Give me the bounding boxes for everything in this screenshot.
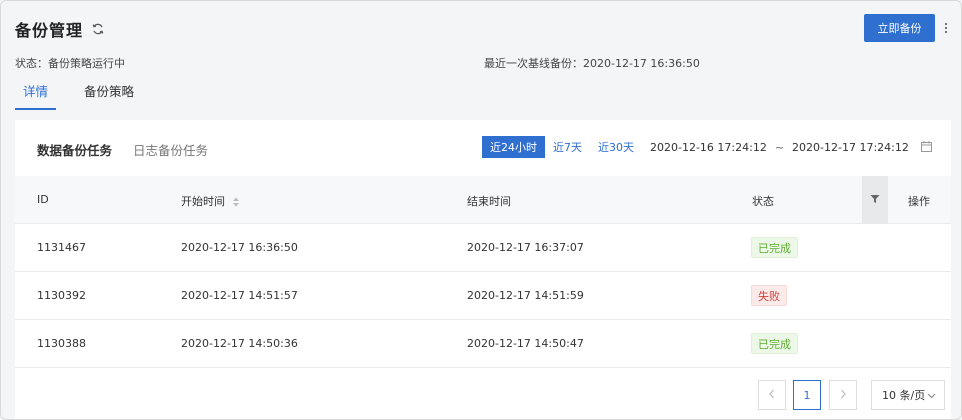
sort-icon[interactable]	[232, 196, 240, 208]
chevron-left-icon	[768, 389, 776, 402]
status-badge: 失败	[751, 285, 787, 306]
cell-start-time: 2020-12-17 16:36:50	[181, 241, 298, 254]
backup-now-button[interactable]: 立即备份	[864, 14, 935, 42]
backup-status-text: 状态：备份策略运行中	[15, 57, 125, 70]
next-page-button[interactable]	[829, 380, 857, 410]
date-end: 2020-12-17 17:24:12	[792, 141, 909, 154]
table-row: 1130392 2020-12-17 14:51:57 2020-12-17 1…	[15, 272, 951, 320]
filter-icon	[870, 193, 880, 207]
more-vertical-icon[interactable]	[942, 20, 950, 36]
subtab-data-backup-tasks[interactable]: 数据备份任务	[37, 140, 112, 159]
column-header-start-time[interactable]: 开始时间	[181, 193, 240, 209]
cell-start-time: 2020-12-17 14:50:36	[181, 337, 298, 350]
prev-page-button[interactable]	[758, 380, 786, 410]
refresh-icon[interactable]	[91, 22, 105, 36]
date-start: 2020-12-16 17:24:12	[650, 141, 767, 154]
cell-end-time: 2020-12-17 16:37:07	[467, 241, 584, 254]
page-title: 备份管理	[15, 21, 84, 40]
column-header-end-time: 结束时间	[467, 195, 511, 208]
range-30d-button[interactable]: 近30天	[590, 136, 642, 158]
backup-management-page: 备份管理 立即备份 状态：备份策略运行中 最近一次基线备份：2020-12-17…	[0, 0, 962, 420]
page-size-value: 10 条/页	[882, 389, 926, 402]
tab-details[interactable]: 详情	[15, 81, 57, 110]
range-7d-button[interactable]: 近7天	[545, 136, 590, 158]
cell-end-time: 2020-12-17 14:51:59	[467, 289, 584, 302]
cell-start-time: 2020-12-17 14:51:57	[181, 289, 298, 302]
date-range-picker[interactable]: 2020-12-16 17:24:12 ~ 2020-12-17 17:24:1…	[650, 141, 909, 154]
calendar-icon[interactable]	[921, 141, 932, 152]
page-number-button[interactable]: 1	[793, 380, 821, 410]
column-header-actions: 操作	[908, 195, 930, 208]
table-header: ID 开始时间 结束时间 状态 操作	[15, 176, 951, 224]
cell-id: 1130392	[37, 289, 86, 302]
subtab-log-backup-tasks[interactable]: 日志备份任务	[133, 140, 208, 159]
status-badge: 已完成	[751, 237, 798, 258]
last-baseline-backup-text: 最近一次基线备份：2020-12-17 16:36:50	[484, 57, 700, 70]
card-toolbar: 数据备份任务 日志备份任务 近24小时 近7天 近30天 2020-12-16 …	[15, 120, 951, 176]
column-header-status: 状态	[752, 195, 774, 208]
page-size-select[interactable]: 10 条/页	[871, 380, 945, 410]
status-filter-button[interactable]	[862, 176, 888, 224]
chevron-down-icon	[927, 389, 936, 402]
table-row: 1130388 2020-12-17 14:50:36 2020-12-17 1…	[15, 320, 951, 368]
column-header-id: ID	[37, 193, 49, 206]
tab-backup-policy[interactable]: 备份策略	[76, 81, 142, 110]
cell-id: 1130388	[37, 337, 86, 350]
chevron-right-icon	[839, 389, 847, 402]
range-24h-button[interactable]: 近24小时	[482, 136, 545, 158]
main-tabs: 详情 备份策略	[15, 81, 142, 110]
column-header-start-time-label: 开始时间	[181, 195, 225, 208]
cell-end-time: 2020-12-17 14:50:47	[467, 337, 584, 350]
page-header: 备份管理	[15, 17, 105, 41]
status-badge: 已完成	[751, 333, 798, 354]
date-separator: ~	[774, 141, 785, 154]
backup-tasks-card: 数据备份任务 日志备份任务 近24小时 近7天 近30天 2020-12-16 …	[15, 120, 951, 419]
time-range-selector: 近24小时 近7天 近30天	[482, 136, 642, 158]
table-row: 1131467 2020-12-17 16:36:50 2020-12-17 1…	[15, 224, 951, 272]
cell-id: 1131467	[37, 241, 86, 254]
